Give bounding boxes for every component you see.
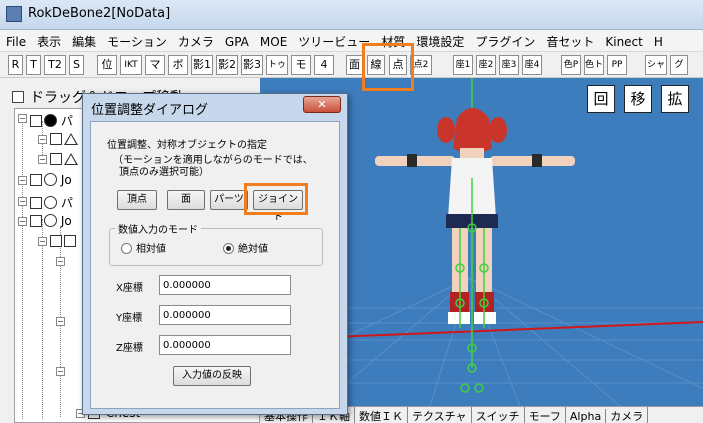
- tree-node[interactable]: パ: [30, 112, 73, 128]
- tree-node[interactable]: Jo: [30, 214, 72, 228]
- zoom-view-button[interactable]: 拡: [661, 85, 689, 113]
- circle-icon: [44, 214, 57, 227]
- tree-node[interactable]: Jo: [30, 173, 72, 187]
- tool-shadow3-button[interactable]: 影3: [241, 55, 263, 75]
- color-p-button[interactable]: 色P: [561, 55, 581, 75]
- tree-node[interactable]: [50, 234, 78, 248]
- tree-expander[interactable]: −: [56, 317, 65, 326]
- shadow-button[interactable]: シャ: [645, 55, 667, 75]
- tool-translate2-button[interactable]: T2: [44, 55, 66, 75]
- tool-bo-button[interactable]: ボ: [168, 55, 188, 75]
- apply-input-button[interactable]: 入力値の反映: [173, 366, 251, 386]
- tool-mo-button[interactable]: モ: [291, 55, 311, 75]
- relative-radio[interactable]: 相対値: [121, 240, 166, 255]
- coord4-button[interactable]: 座4: [522, 55, 542, 75]
- y-coord-input[interactable]: [159, 305, 291, 325]
- tree-node[interactable]: パ: [30, 194, 73, 210]
- graph-button[interactable]: グ: [670, 55, 688, 75]
- parts-button[interactable]: パーツ: [210, 190, 248, 210]
- tree-line: [22, 119, 23, 419]
- tab-switch[interactable]: スイッチ: [472, 407, 525, 423]
- tool-ikt-button[interactable]: IKT: [120, 55, 142, 75]
- window-title: RokDeBone2[NoData]: [28, 6, 171, 21]
- title-bar: RokDeBone2[NoData]: [0, 0, 703, 30]
- menu-soundset[interactable]: 音セット: [540, 30, 599, 50]
- tree-expander[interactable]: −: [18, 197, 27, 206]
- tab-camera[interactable]: カメラ: [606, 407, 649, 423]
- menu-motion[interactable]: モーション: [101, 30, 172, 50]
- menu-camera[interactable]: カメラ: [172, 30, 219, 50]
- menu-plugin[interactable]: プラグイン: [469, 30, 540, 50]
- tree-line: [42, 219, 43, 419]
- menu-edit[interactable]: 編集: [66, 30, 101, 50]
- menu-gpa[interactable]: GPA: [219, 32, 254, 49]
- color-to-button[interactable]: 色ト: [584, 55, 604, 75]
- menu-moe[interactable]: MOE: [254, 32, 292, 49]
- triangle-icon: [64, 133, 78, 145]
- tool-rotate-button[interactable]: R: [8, 55, 23, 75]
- tool-shadow1-button[interactable]: 影1: [191, 55, 213, 75]
- tree-node[interactable]: [50, 152, 78, 166]
- coord3-button[interactable]: 座3: [499, 55, 519, 75]
- dialog-body: 位置調整、対称オブジェクトの指定 （モーションを適用しながらのモードでは、 頂点…: [90, 121, 340, 409]
- tool-ma-button[interactable]: マ: [145, 55, 165, 75]
- menu-bar: File 表示 編集 モーション カメラ GPA MOE ツリービュー 材質 環境設定 プラグイン音…: [0, 30, 703, 52]
- tab-alpha[interactable]: Alpha: [566, 409, 607, 423]
- x-coord-input[interactable]: [159, 275, 291, 295]
- menu-help[interactable]: H: [648, 32, 668, 49]
- highlight-joint-button: [244, 183, 308, 215]
- tree-node[interactable]: [50, 132, 78, 146]
- circle-icon: [44, 196, 57, 209]
- dialog-title: 位置調整ダイアログ: [91, 103, 209, 118]
- tree-expander[interactable]: −: [18, 176, 27, 185]
- position-adjust-dialog: 位置調整ダイアログ ✕ 位置調整、対称オブジェクトの指定 （モーションを適用しな…: [82, 93, 348, 415]
- dialog-description: 位置調整、対称オブジェクトの指定: [107, 140, 267, 151]
- menu-kinect[interactable]: Kinect: [599, 32, 648, 49]
- x-coord-label: X座標: [116, 283, 143, 294]
- menu-view[interactable]: 表示: [31, 30, 66, 50]
- coord2-button[interactable]: 座2: [476, 55, 496, 75]
- input-mode-title: 数値入力のモード: [115, 221, 201, 236]
- tool-scale-button[interactable]: S: [69, 55, 84, 75]
- filled-circle-icon: [44, 114, 57, 127]
- rotate-view-button[interactable]: 回: [587, 85, 615, 113]
- triangle-icon: [64, 153, 78, 165]
- tool-position-button[interactable]: 位: [97, 55, 117, 75]
- coord1-button[interactable]: 座1: [453, 55, 473, 75]
- tab-numeric-ik[interactable]: 数値ＩＫ: [355, 407, 408, 423]
- dialog-note-line2: 頂点のみ選択可能）: [119, 167, 209, 178]
- tree-expander[interactable]: −: [18, 217, 27, 226]
- tool-4-button[interactable]: 4: [314, 55, 334, 75]
- z-coord-input[interactable]: [159, 335, 291, 355]
- color-pp-button[interactable]: PP: [607, 55, 627, 75]
- menu-settings[interactable]: 環境設定: [410, 30, 469, 50]
- move-view-button[interactable]: 移: [624, 85, 652, 113]
- y-coord-label: Y座標: [116, 313, 143, 324]
- tool-translate-button[interactable]: T: [26, 55, 41, 75]
- tab-morph[interactable]: モーフ: [525, 407, 566, 423]
- drag-drop-checkbox[interactable]: [12, 91, 24, 103]
- menu-file[interactable]: File: [0, 32, 31, 49]
- vertex-button[interactable]: 頂点: [117, 190, 157, 210]
- app-icon: [6, 6, 22, 22]
- tree-expander[interactable]: −: [18, 114, 27, 123]
- tab-texture[interactable]: テクスチャ: [408, 407, 472, 423]
- toolbar: R T T2 S 位 IKT マ ボ 影1 影2 影3 トゥ モ 4 面 線 点…: [0, 52, 703, 78]
- tree-expander[interactable]: −: [38, 135, 47, 144]
- face-button[interactable]: 面: [167, 190, 205, 210]
- tree-expander[interactable]: −: [38, 155, 47, 164]
- highlight-line-point-buttons: [362, 43, 414, 91]
- absolute-radio[interactable]: 絶対値: [223, 240, 268, 255]
- tree-expander[interactable]: −: [56, 257, 65, 266]
- tree-expander[interactable]: −: [56, 367, 65, 376]
- tool-shadow2-button[interactable]: 影2: [216, 55, 238, 75]
- close-button[interactable]: ✕: [303, 96, 341, 113]
- circle-icon: [44, 173, 57, 186]
- z-coord-label: Z座標: [116, 343, 143, 354]
- display-face-button[interactable]: 面: [346, 55, 363, 75]
- tool-tu-button[interactable]: トゥ: [266, 55, 288, 75]
- tree-expander[interactable]: −: [38, 237, 47, 246]
